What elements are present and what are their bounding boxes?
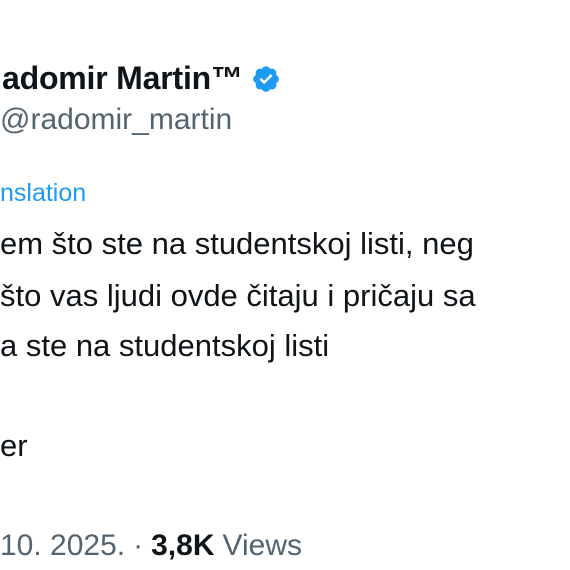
handle-at: @ [0, 103, 31, 136]
views-label: Views [222, 529, 302, 562]
tweet-text-line: što vas ljudi ovde čitaju i pričaju sa [0, 278, 476, 313]
tweet-meta-row: 10. 2025. · 3,8K Views [0, 526, 302, 566]
tweet-text-line: a ste na studentskoj listi [0, 328, 330, 363]
tweet-text-line: er [0, 428, 28, 463]
author-handle[interactable]: @radomir_martin [0, 100, 232, 140]
author-display-name[interactable]: adomir Martin™ [2, 56, 281, 100]
tweet-text-line: em što ste na studentskoj listi, neg [0, 226, 474, 261]
handle-text: radomir_martin [30, 103, 233, 136]
display-name-text[interactable]: adomir Martin™ [2, 56, 243, 100]
show-translation-link[interactable]: nslation [0, 176, 86, 210]
verified-badge-icon [252, 66, 279, 92]
meta-separator: · [133, 529, 144, 562]
views-count: 3,8K [151, 529, 215, 562]
tweet-date[interactable]: 10. 2025. [0, 526, 125, 566]
